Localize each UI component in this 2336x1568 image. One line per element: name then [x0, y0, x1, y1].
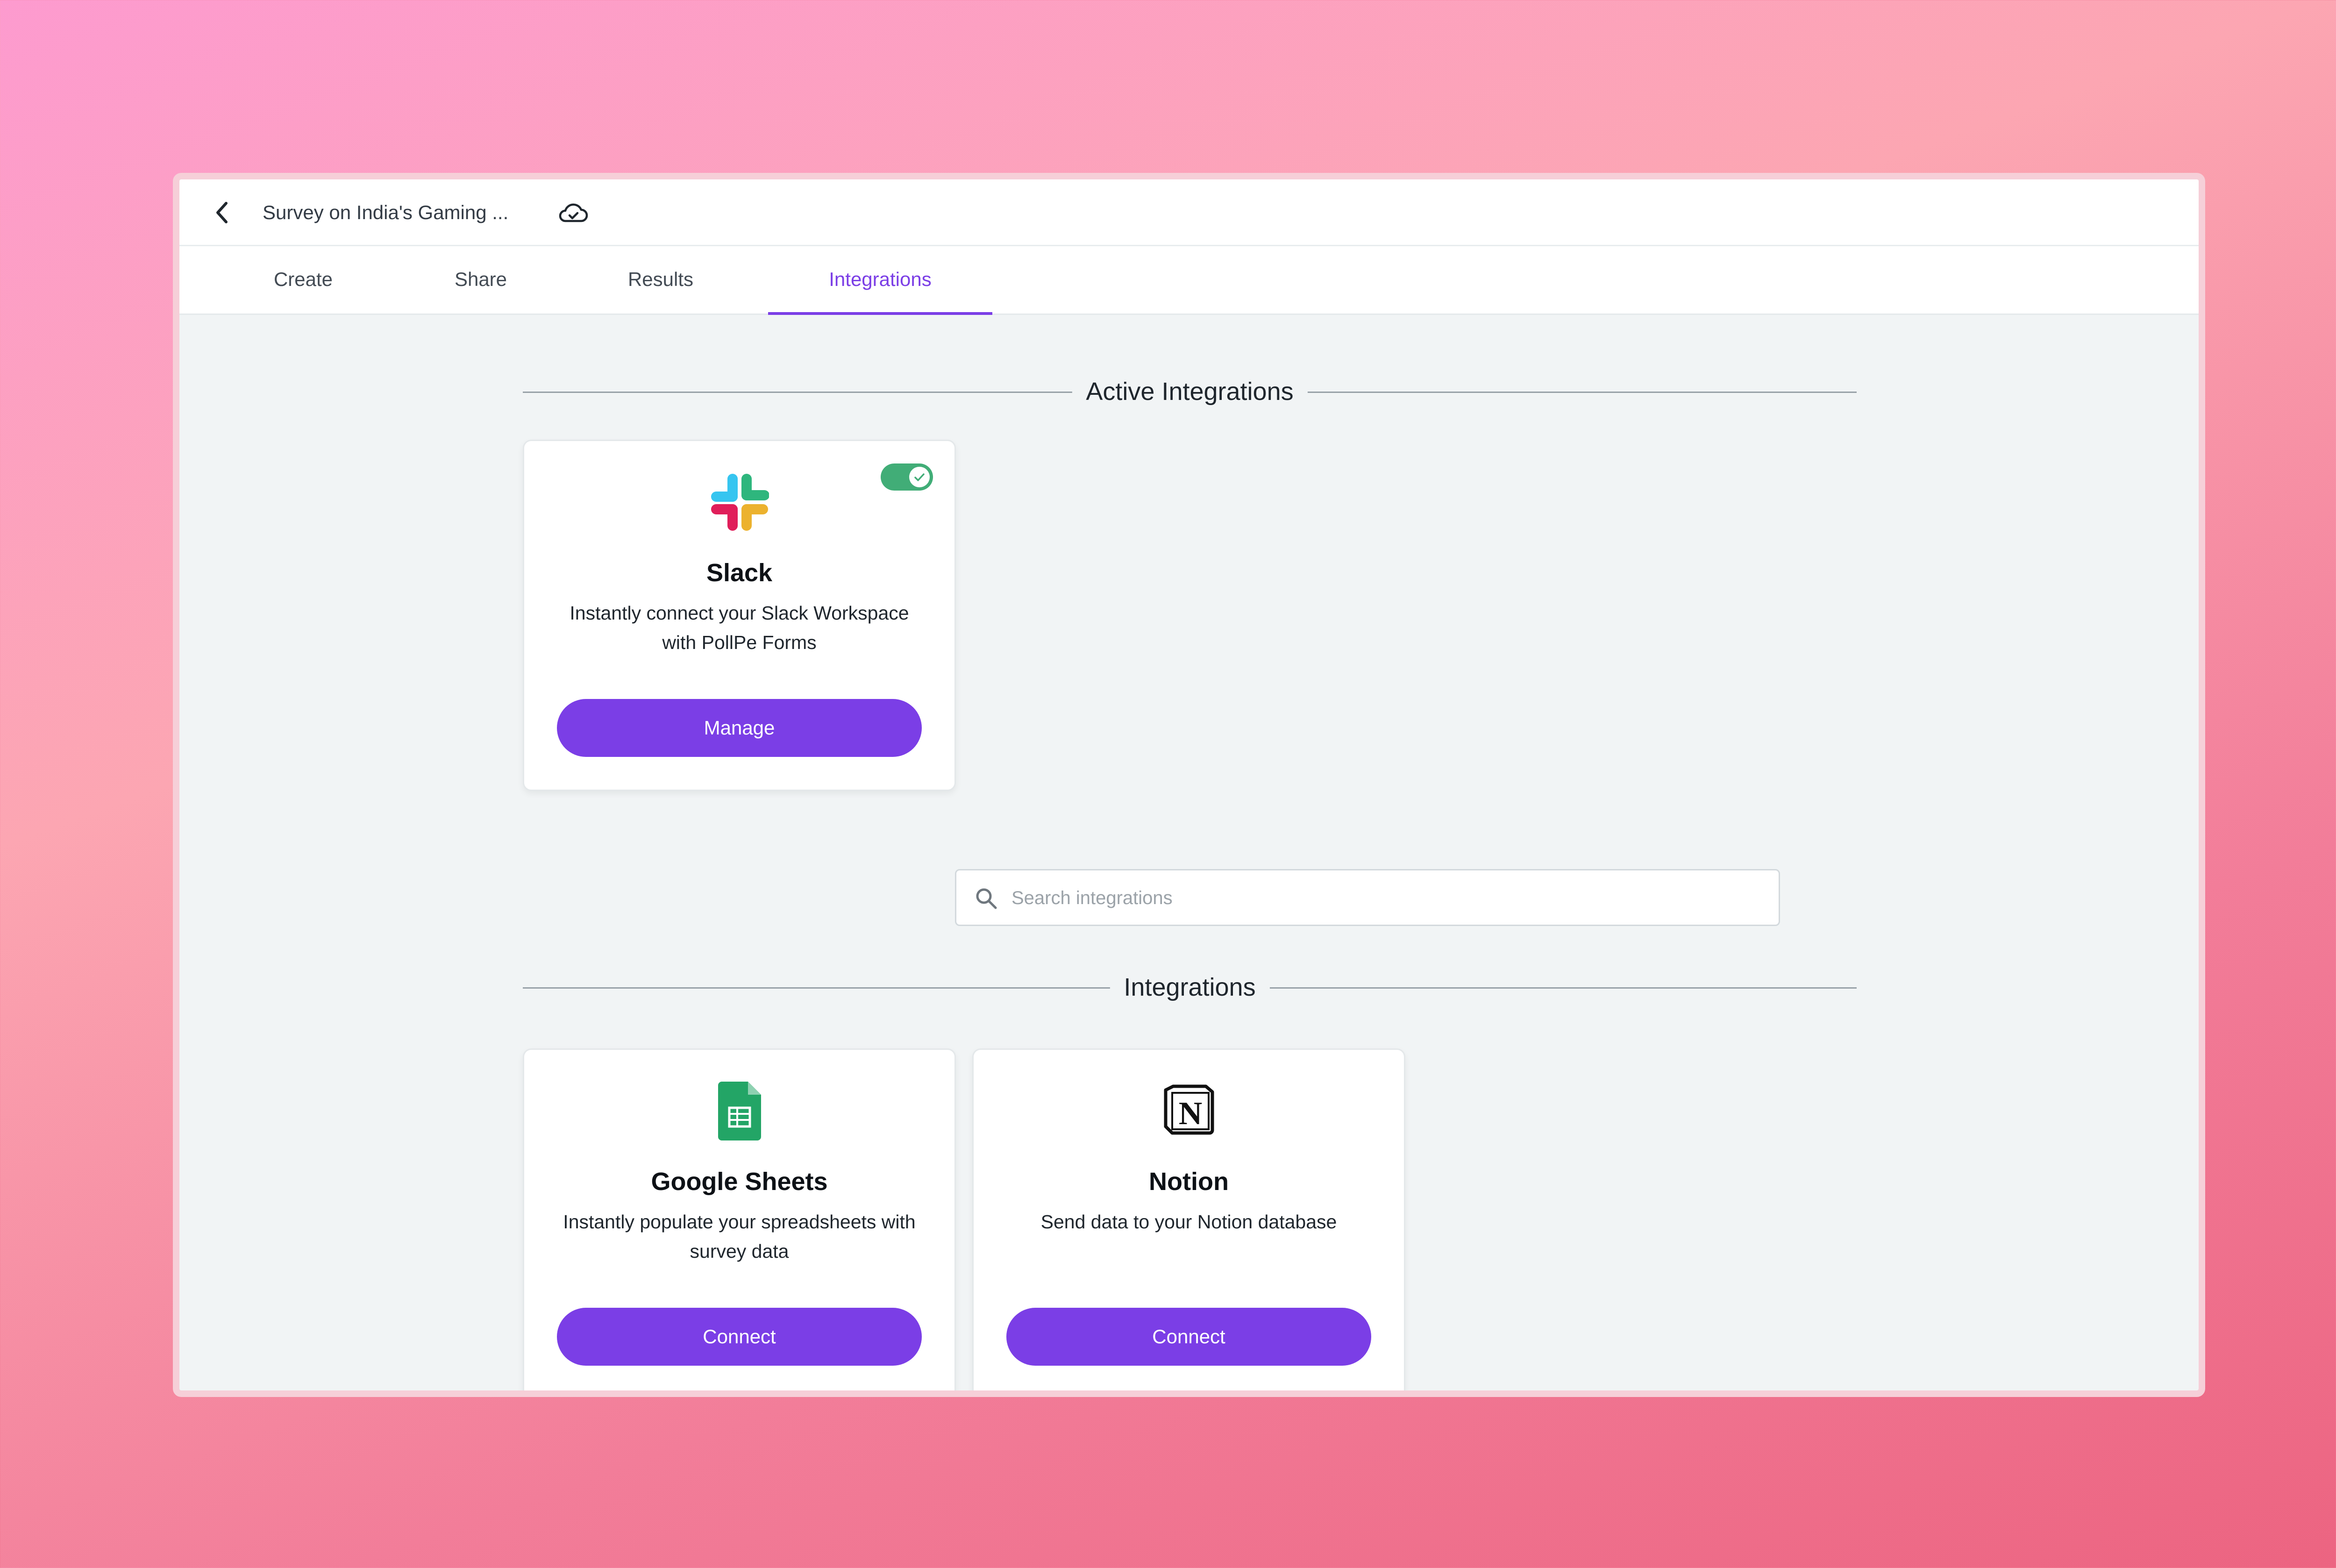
integrations-divider: Integrations [523, 973, 1857, 1001]
google-sheets-integration-card: Google Sheets Instantly populate your sp… [523, 1048, 956, 1390]
tab-create[interactable]: Create [245, 246, 362, 315]
search-icon [976, 888, 997, 909]
search-integrations-box [955, 869, 1780, 926]
slack-logo-icon [711, 474, 769, 531]
back-arrow-icon[interactable] [212, 200, 233, 225]
slack-enabled-toggle[interactable] [881, 463, 933, 491]
slack-card-description: Instantly connect your Slack Workspace w… [570, 602, 909, 653]
search-integrations-input[interactable] [1011, 870, 1760, 926]
tab-share[interactable]: Share [422, 246, 539, 315]
slack-integration-card: Slack Instantly connect your Slack Works… [523, 440, 956, 791]
google-sheets-card-title: Google Sheets [651, 1168, 828, 1196]
notion-integration-card: N Notion Send data to your Notion databa… [972, 1048, 1405, 1390]
toggle-knob [909, 467, 930, 487]
form-title[interactable]: Survey on India's Gaming ... [263, 200, 508, 225]
notion-card-description: Send data to your Notion database [1040, 1211, 1337, 1233]
slack-card-title: Slack [706, 559, 773, 587]
notion-card-title: Notion [1149, 1168, 1229, 1196]
manage-button[interactable]: Manage [557, 699, 922, 757]
google-sheets-card-description: Instantly populate your spreadsheets wit… [563, 1211, 916, 1262]
notion-icon: N [1164, 1084, 1214, 1135]
active-integrations-heading: Active Integrations [1072, 378, 1308, 406]
integrations-heading: Integrations [1110, 973, 1270, 1001]
notion-connect-button[interactable]: Connect [1006, 1308, 1371, 1366]
check-icon [914, 473, 925, 481]
google-sheets-icon [718, 1082, 761, 1140]
app-window: Survey on India's Gaming ... Create Shar… [173, 173, 2205, 1397]
cloud-saved-icon [559, 203, 588, 222]
tab-results[interactable]: Results [600, 246, 721, 315]
google-sheets-connect-button[interactable]: Connect [557, 1308, 922, 1366]
tab-bar: Create Share Results Integrations [179, 246, 2199, 315]
title-bar: Survey on India's Gaming ... [179, 179, 2199, 246]
active-integrations-divider: Active Integrations [523, 378, 1857, 406]
tab-integrations[interactable]: Integrations [768, 246, 992, 315]
svg-text:N: N [1178, 1096, 1202, 1132]
